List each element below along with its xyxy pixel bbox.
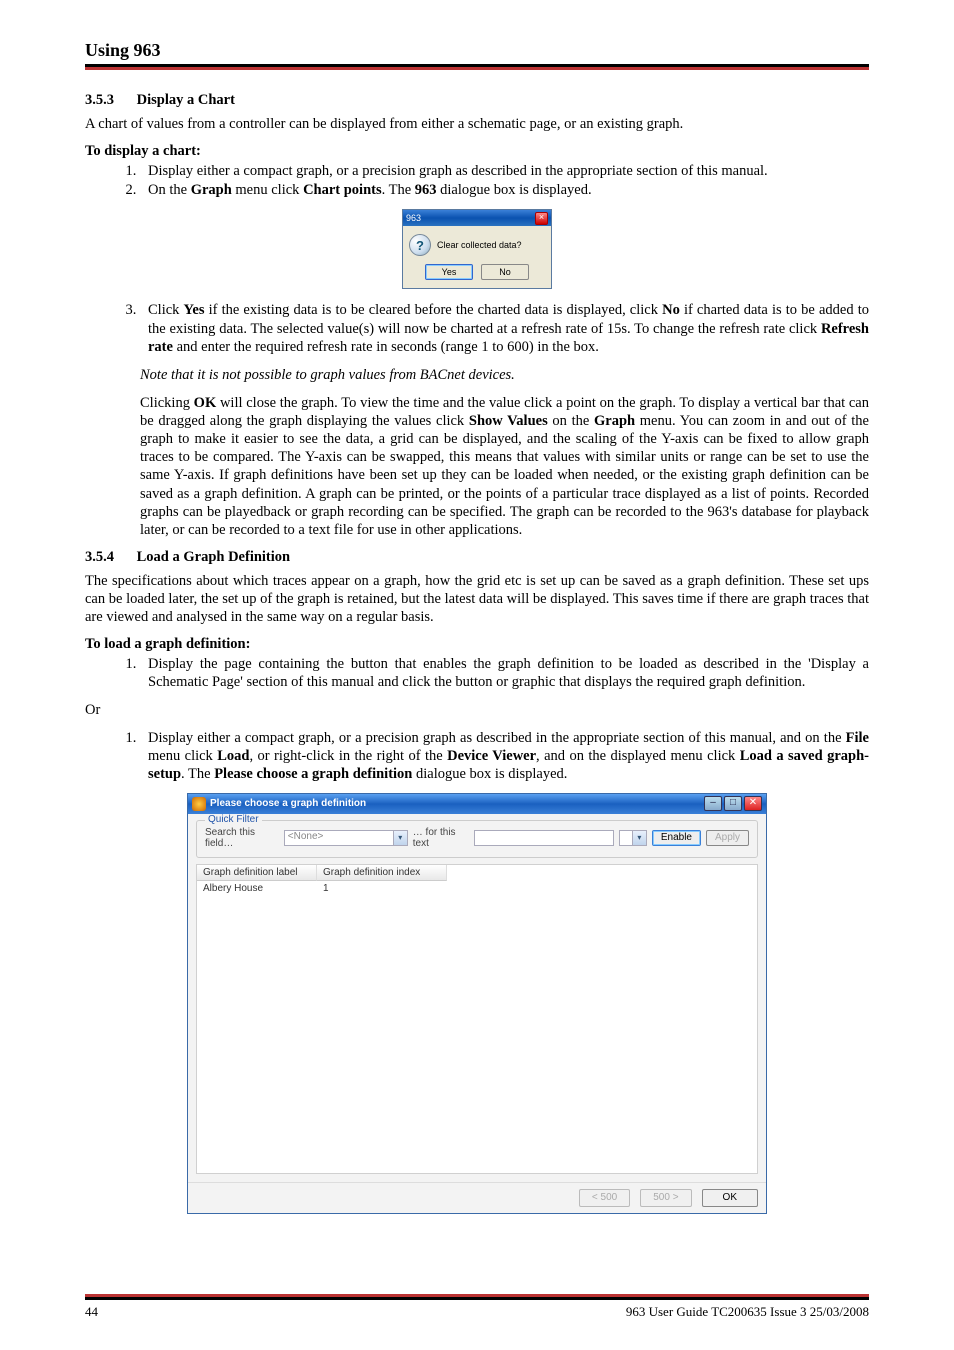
lbb5: Please choose a graph definition <box>214 766 412 782</box>
lbb3: Device Viewer <box>447 748 536 764</box>
cell-index: 1 <box>317 882 447 895</box>
s3b2: No <box>662 302 680 318</box>
lb1: Display either a compact graph, or a pre… <box>148 730 846 746</box>
enable-button[interactable]: Enable <box>652 830 701 846</box>
display-chart-step-2: On the Graph menu click Chart points. Th… <box>140 181 869 199</box>
footer-divider <box>85 1294 869 1300</box>
or-text: Or <box>85 702 869 719</box>
display-chart-steps-cont: Click Yes if the existing data is to be … <box>140 301 869 355</box>
load-graph-steps-b: Display either a compact graph, or a pre… <box>140 729 869 783</box>
dialog-title: 963 <box>406 213 421 223</box>
quick-filter-group: Quick Filter Search this field… <None> ▾… <box>196 820 758 858</box>
display-chart-step-1: Display either a compact graph, or a pre… <box>140 162 869 180</box>
step2-bold1: Graph <box>191 182 232 198</box>
list-item[interactable]: Albery House 1 <box>197 881 757 896</box>
step2-t4: dialogue box is displayed. <box>437 182 592 198</box>
chevron-down-icon[interactable]: ▾ <box>394 830 408 846</box>
dialog-message: Clear collected data? <box>437 240 522 250</box>
display-chart-step-3: Click Yes if the existing data is to be … <box>140 301 869 355</box>
lb3: , or right-click in the right of the <box>249 748 447 764</box>
dialog2-title: Please choose a graph definition <box>210 798 366 809</box>
bacnet-note: Note that it is not possible to graph va… <box>140 366 869 384</box>
lbb1: File <box>846 730 869 746</box>
step2-bold2: Chart points <box>303 182 382 198</box>
chevron-down-icon[interactable]: ▾ <box>633 830 647 846</box>
p2t4: menu. You can zoom in and out of the gra… <box>140 413 869 538</box>
clear-data-dialog: 963 × ? Clear collected data? Yes No <box>402 209 552 289</box>
section-354-intro: The specifications about which traces ap… <box>85 572 869 626</box>
close-icon[interactable]: ✕ <box>744 796 762 811</box>
section-354-number: 3.5.4 <box>85 549 133 566</box>
next-page-button[interactable]: 500 > <box>640 1189 691 1207</box>
lb5: . The <box>181 766 214 782</box>
to-display-chart-lead: To display a chart: <box>85 143 869 160</box>
column-index[interactable]: Graph definition index <box>317 865 447 881</box>
apply-button[interactable]: Apply <box>706 830 749 846</box>
doc-info: 963 User Guide TC200635 Issue 3 25/03/20… <box>626 1304 869 1320</box>
graph-definition-list[interactable]: Graph definition label Graph definition … <box>196 864 758 1174</box>
filter-mode-select[interactable] <box>619 830 633 846</box>
lb6: dialogue box is displayed. <box>412 766 567 782</box>
page-header-title: Using 963 <box>85 40 869 61</box>
s3t2: if the existing data is to be cleared be… <box>205 302 663 318</box>
for-text-label: … for this text <box>413 827 469 849</box>
p2t1: Clicking <box>140 395 194 411</box>
quick-filter-legend: Quick Filter <box>205 814 262 825</box>
step2-bold3: 963 <box>415 182 437 198</box>
maximize-icon[interactable]: □ <box>724 796 742 811</box>
no-button[interactable]: No <box>481 264 529 280</box>
load-graph-steps-a: Display the page containing the button t… <box>140 655 869 691</box>
section-353-title: Display a Chart <box>137 92 235 108</box>
header-divider <box>85 64 869 70</box>
close-icon[interactable]: × <box>535 212 548 225</box>
yes-button[interactable]: Yes <box>425 264 473 280</box>
p2b3: Graph <box>594 413 635 429</box>
step2-t2: menu click <box>232 182 303 198</box>
p2b2: Show Values <box>469 413 548 429</box>
search-field-label: Search this field… <box>205 827 279 849</box>
s3t1: Click <box>148 302 184 318</box>
load-graph-step-1b: Display either a compact graph, or a pre… <box>140 729 869 783</box>
ok-button[interactable]: OK <box>702 1189 758 1207</box>
filter-text-input[interactable] <box>474 830 614 846</box>
lb2: menu click <box>148 748 217 764</box>
page-footer: 44 963 User Guide TC200635 Issue 3 25/03… <box>85 1294 869 1320</box>
section-354-title: Load a Graph Definition <box>137 549 290 565</box>
section-353-para2: Clicking OK will close the graph. To vie… <box>140 394 869 539</box>
prev-page-button[interactable]: < 500 <box>579 1189 630 1207</box>
s3t4: and enter the required refresh rate in s… <box>173 339 599 355</box>
list-header: Graph definition label Graph definition … <box>197 865 757 881</box>
lbb2: Load <box>217 748 249 764</box>
page-number: 44 <box>85 1304 98 1320</box>
column-label[interactable]: Graph definition label <box>197 865 317 881</box>
p2t3: on the <box>548 413 594 429</box>
search-field-select[interactable]: <None> <box>284 830 394 846</box>
cell-label: Albery House <box>197 882 317 895</box>
question-icon: ? <box>409 234 431 256</box>
s3b1: Yes <box>184 302 205 318</box>
app-icon <box>192 797 206 811</box>
dialog2-footer: < 500 500 > OK <box>188 1182 766 1213</box>
section-353-number: 3.5.3 <box>85 92 133 109</box>
p2b1: OK <box>194 395 217 411</box>
lb4: , and on the displayed menu click <box>536 748 740 764</box>
to-load-graph-lead: To load a graph definition: <box>85 636 869 653</box>
minimize-icon[interactable]: – <box>704 796 722 811</box>
choose-graph-definition-dialog: Please choose a graph definition – □ ✕ Q… <box>187 793 767 1214</box>
display-chart-steps: Display either a compact graph, or a pre… <box>140 162 869 199</box>
step2-text: On the <box>148 182 191 198</box>
section-353-intro: A chart of values from a controller can … <box>85 115 869 133</box>
section-353-heading: 3.5.3 Display a Chart <box>85 92 869 109</box>
step2-t3: . The <box>382 182 415 198</box>
dialog-titlebar[interactable]: 963 × <box>403 210 551 226</box>
load-graph-step-1a: Display the page containing the button t… <box>140 655 869 691</box>
section-354-heading: 3.5.4 Load a Graph Definition <box>85 549 869 566</box>
dialog2-titlebar[interactable]: Please choose a graph definition – □ ✕ <box>188 794 766 814</box>
